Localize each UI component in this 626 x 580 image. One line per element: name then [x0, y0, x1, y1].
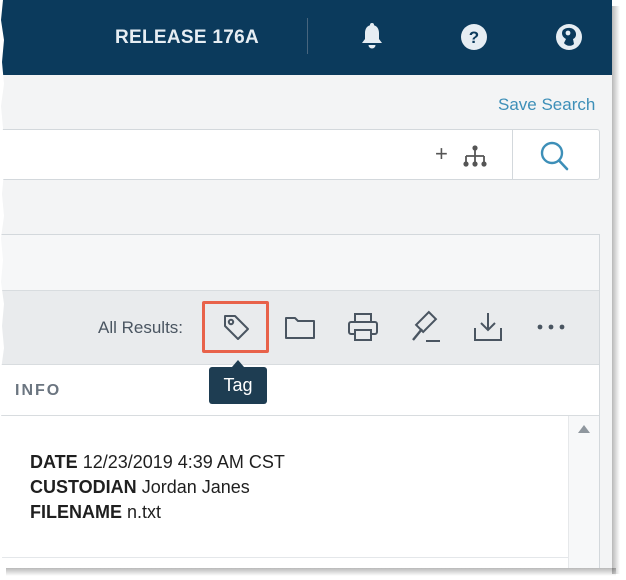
- tag-tooltip: Tag: [209, 360, 267, 404]
- gavel-icon[interactable]: [409, 310, 443, 344]
- user-avatar-icon[interactable]: [554, 22, 584, 52]
- custodian-field: CUSTODIAN Jordan Janes: [30, 477, 250, 498]
- help-icon[interactable]: ?: [459, 22, 489, 52]
- field-label: FILENAME: [30, 502, 122, 522]
- all-results-label: All Results:: [98, 318, 184, 337]
- field-value: 12/23/2019 4:39 AM CST: [82, 452, 285, 472]
- field-value: n.txt: [127, 502, 162, 522]
- results-panel: All Results: INFO DATE 12/23/2019 4:39 A…: [0, 234, 600, 568]
- more-icon[interactable]: [534, 310, 568, 344]
- field-label: DATE: [30, 452, 78, 472]
- svg-text:?: ?: [469, 28, 479, 47]
- scrollbar[interactable]: [568, 416, 599, 568]
- field-label: CUSTODIAN: [30, 477, 137, 497]
- search-input[interactable]: [0, 130, 420, 179]
- info-column-header[interactable]: INFO: [0, 365, 599, 416]
- app-window: RELEASE 176A ? Save Search + All Results…: [0, 0, 612, 568]
- header-divider: [307, 18, 308, 54]
- filename-field: FILENAME n.txt: [30, 502, 161, 523]
- row-divider: [0, 557, 568, 558]
- search-divider: [512, 130, 513, 179]
- hierarchy-tree-icon[interactable]: [462, 143, 488, 169]
- save-search-link[interactable]: Save Search: [498, 95, 595, 115]
- results-toolbar: All Results:: [0, 291, 599, 365]
- tag-icon[interactable]: [219, 310, 253, 344]
- print-icon[interactable]: [346, 310, 380, 344]
- frame-shadow-right: [612, 6, 620, 574]
- release-label: RELEASE 176A: [115, 27, 260, 48]
- bell-icon[interactable]: [357, 22, 387, 52]
- info-column-label: INFO: [15, 382, 62, 399]
- field-value: Jordan Janes: [141, 477, 250, 497]
- download-icon[interactable]: [471, 310, 505, 344]
- panel-header: [0, 235, 599, 291]
- date-field: DATE 12/23/2019 4:39 AM CST: [30, 452, 285, 473]
- search-bar: +: [0, 129, 600, 180]
- top-header: RELEASE 176A ?: [0, 0, 612, 75]
- torn-edge: [0, 0, 4, 568]
- frame-shadow-bottom: [6, 568, 616, 576]
- scroll-up-arrow-icon[interactable]: [578, 425, 590, 433]
- add-term-button[interactable]: +: [435, 142, 448, 166]
- table-row[interactable]: DATE 12/23/2019 4:39 AM CST CUSTODIAN Jo…: [0, 416, 568, 556]
- folder-icon[interactable]: [283, 310, 317, 344]
- search-icon[interactable]: [538, 140, 570, 172]
